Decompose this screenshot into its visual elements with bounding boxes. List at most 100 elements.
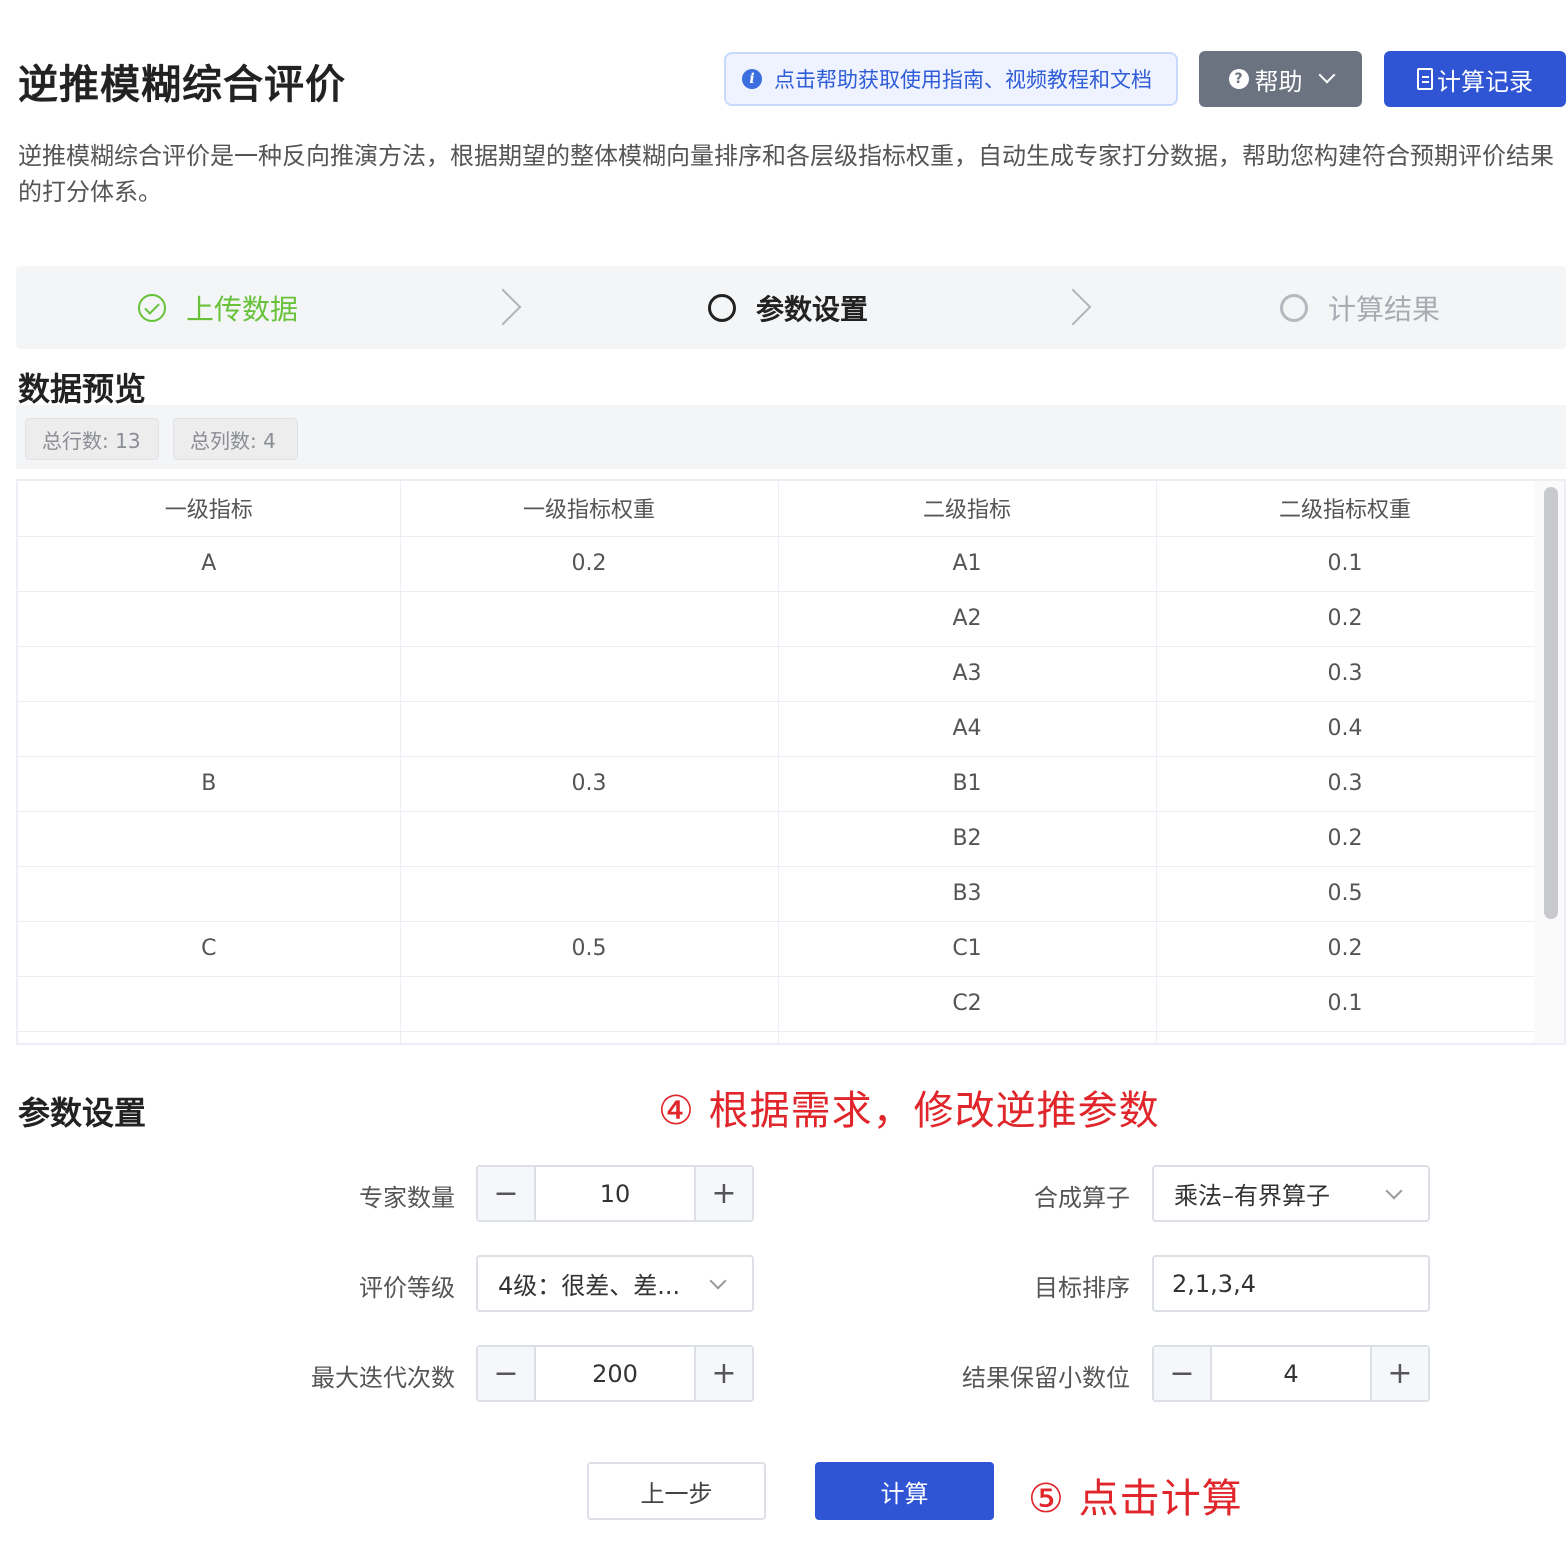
step-params-label: 参数设置 [756,292,869,326]
table-cell: B1 [778,756,1157,812]
table-cell: 0.2 [1156,921,1535,977]
table-cell: 0.4 [1156,701,1535,757]
table-cell [18,866,401,922]
decimals-label: 结果保留小数位 [962,1364,1130,1392]
table-cell [18,591,401,647]
table-cell [18,811,401,867]
step-upload-label: 上传数据 [186,292,299,326]
page-description: 逆推模糊综合评价是一种反向推演方法，根据期望的整体模糊向量排序和各层级指标权重，… [18,142,1554,206]
circle-icon [708,293,736,322]
expert-count-label: 专家数量 [359,1184,455,1212]
table-cell: 0.3 [400,756,779,812]
help-dropdown-button[interactable]: ? 帮助 [1199,51,1362,107]
help-button-label: 帮助 [1254,67,1303,96]
expert-count-decrement[interactable]: − [478,1167,536,1220]
table-cell: A3 [778,646,1157,702]
prev-step-button[interactable]: 上一步 [587,1462,766,1520]
table-cell: 0.2 [1156,591,1535,647]
total-rows-tag: 总行数: 13 [25,418,159,460]
scrollbar-thumb[interactable] [1544,487,1558,919]
page-title: 逆推模糊综合评价 [18,62,346,108]
chevron-down-icon [1385,1182,1403,1199]
decimals-input[interactable]: 4 [1212,1347,1370,1400]
column-header: 二级指标 [778,481,1157,537]
table-row: C 0.5 C1 0.2 [18,921,1535,977]
table-cell [778,1031,1157,1043]
step-result-label: 计算结果 [1328,292,1441,326]
max-iter-input[interactable]: 200 [536,1347,694,1400]
table-cell: 0.2 [400,536,779,592]
table-cell: B [18,756,401,812]
chevron-right-icon [1054,288,1092,326]
table-cell [400,976,779,1032]
table-cell: 0.3 [1156,646,1535,702]
calc-annotation: ⑤ 点击计算 [1028,1476,1243,1522]
table-cell: A1 [778,536,1157,592]
column-header: 二级指标权重 [1156,481,1535,537]
table-cell: A2 [778,591,1157,647]
operator-select-value: 乘法–有界算子 [1174,1182,1330,1210]
table-cell: 0.1 [1156,976,1535,1032]
chevron-right-icon [484,288,522,326]
table-cell [400,811,779,867]
table-scrollbar[interactable] [1534,481,1564,1043]
table-cell: C [18,921,401,977]
table-cell [18,646,401,702]
chevron-down-icon [1318,66,1335,84]
stats-bar: 总行数: 13 总列数: 4 [16,405,1566,469]
column-header: 一级指标 [18,481,401,537]
params-title: 参数设置 [18,1094,147,1132]
table-cell [1156,1031,1535,1043]
preview-table: 一级指标 一级指标权重 二级指标 二级指标权重 A 0.2 A1 0.1 A2 0.2 A3… [16,479,1566,1045]
table-cell [400,646,779,702]
table-cell: 0.3 [1156,756,1535,812]
table-cell: A4 [778,701,1157,757]
step-params: 参数设置 [708,266,868,349]
table-cell: 0.1 [1156,536,1535,592]
table-row: B 0.3 B1 0.3 [18,756,1535,812]
grade-select-value: 4级：很差、差... [498,1272,681,1300]
document-icon [1417,68,1433,90]
table-cell: 0.5 [1156,866,1535,922]
table-row: A 0.2 A1 0.1 [18,536,1535,592]
table-cell: 0.2 [1156,811,1535,867]
table-cell: 0.5 [400,921,779,977]
expert-count-stepper: − 10 + [476,1165,754,1222]
max-iter-decrement[interactable]: − [478,1347,536,1400]
operator-label: 合成算子 [1034,1184,1130,1212]
operator-select[interactable]: 乘法–有界算子 [1152,1165,1430,1222]
calculate-button[interactable]: 计算 [815,1462,994,1520]
table-cell [400,866,779,922]
decimals-decrement[interactable]: − [1154,1347,1212,1400]
decimals-increment[interactable]: + [1370,1347,1428,1400]
circle-icon [1280,293,1308,322]
table-cell [18,1031,401,1043]
grade-select[interactable]: 4级：很差、差... [476,1255,754,1312]
table-cell [18,701,401,757]
table-cell [18,976,401,1032]
max-iter-increment[interactable]: + [694,1347,752,1400]
target-order-input[interactable]: 2,1,3,4 [1152,1255,1430,1312]
info-icon: i [742,69,762,89]
table-cell: A [18,536,401,592]
step-upload: 上传数据 [138,266,298,349]
table-cell: C1 [778,921,1157,977]
help-tip-banner[interactable]: i 点击帮助获取使用指南、视频教程和文档 [724,52,1178,106]
record-button-label: 计算记录 [1437,67,1533,96]
chevron-down-icon [709,1272,727,1289]
target-order-label: 目标排序 [1034,1274,1130,1302]
table-row: A3 0.3 [18,646,1535,702]
help-tip-text: 点击帮助获取使用指南、视频教程和文档 [774,68,1152,92]
total-cols-tag: 总列数: 4 [173,418,298,460]
expert-count-input[interactable]: 10 [536,1167,694,1220]
decimals-stepper: − 4 + [1152,1345,1430,1402]
step-result: 计算结果 [1280,266,1440,349]
max-iter-label: 最大迭代次数 [311,1364,455,1392]
expert-count-increment[interactable]: + [694,1167,752,1220]
table-row [18,1031,1535,1043]
table-row: A2 0.2 [18,591,1535,647]
table-row: B2 0.2 [18,811,1535,867]
calc-record-button[interactable]: 计算记录 [1384,51,1566,107]
params-annotation: ④ 根据需求，修改逆推参数 [658,1088,1160,1134]
table-cell [400,701,779,757]
